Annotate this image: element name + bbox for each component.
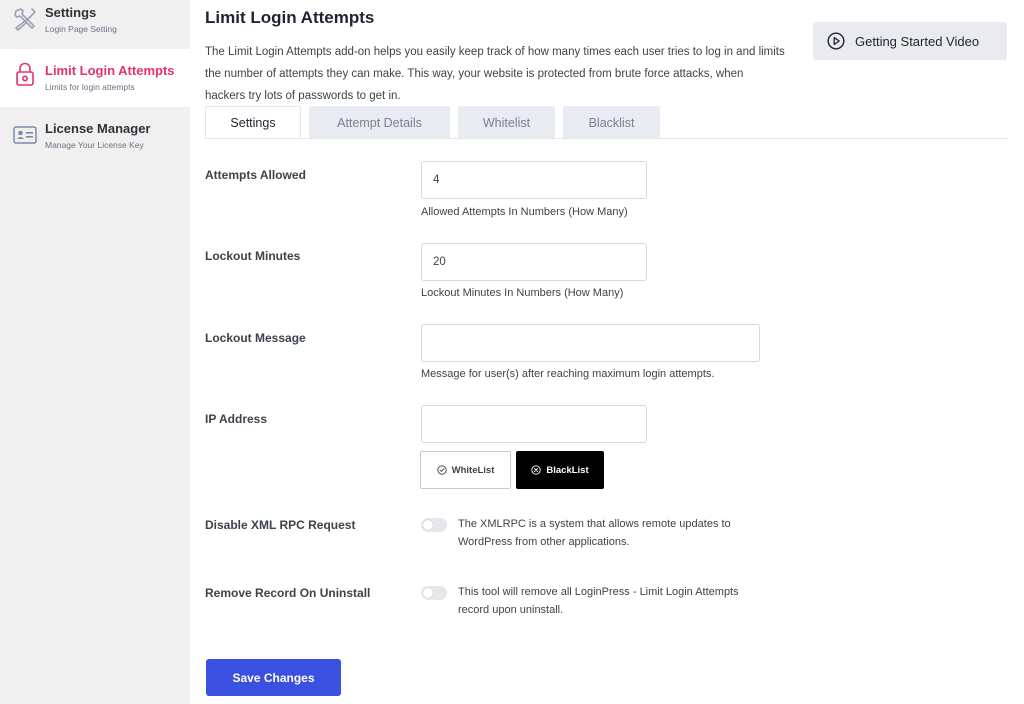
sidebar-item-subtitle: Limits for login attempts <box>45 82 135 92</box>
toggle-knob <box>423 588 433 598</box>
remove-record-label: Remove Record On Uninstall <box>205 586 371 600</box>
x-circle-icon <box>531 465 542 475</box>
attempts-allowed-help: Allowed Attempts In Numbers (How Many) <box>421 206 628 218</box>
lockout-minutes-input[interactable]: 20 <box>421 243 647 281</box>
disable-xmlrpc-description: The XMLRPC is a system that allows remot… <box>458 518 731 548</box>
tools-icon <box>14 8 36 31</box>
sidebar-item-title: License Manager <box>45 121 151 136</box>
attempts-allowed-input[interactable]: 4 <box>421 161 647 199</box>
page-description: The Limit Login Attempts add-on helps yo… <box>205 46 785 102</box>
getting-started-video-button[interactable]: Getting Started Video <box>813 22 1007 60</box>
save-changes-button[interactable]: Save Changes <box>206 659 341 696</box>
page-title: Limit Login Attempts <box>205 8 375 27</box>
tab-whitelist[interactable]: Whitelist <box>458 106 555 139</box>
sidebar-item-license-manager[interactable]: License Manager Manage Your License Key <box>0 116 190 174</box>
tab-attempt-details[interactable]: Attempt Details <box>309 106 450 139</box>
tab-blacklist[interactable]: Blacklist <box>563 106 660 139</box>
disable-xmlrpc-label: Disable XML RPC Request <box>205 518 356 532</box>
remove-record-toggle[interactable] <box>421 586 447 600</box>
id-card-icon <box>13 126 37 144</box>
main-panel: Limit Login Attempts The Limit Login Att… <box>190 0 1024 704</box>
whitelist-button[interactable]: WhiteList <box>420 451 511 489</box>
attempts-allowed-label: Attempts Allowed <box>205 168 306 182</box>
whitelist-button-label: WhiteList <box>451 464 495 476</box>
sidebar-item-title: Settings <box>45 5 97 20</box>
sidebar-item-subtitle: Manage Your License Key <box>45 140 144 150</box>
ip-address-input[interactable] <box>421 405 647 443</box>
tabs-divider <box>205 138 1008 139</box>
lockout-message-help: Message for user(s) after reaching maxim… <box>421 368 715 380</box>
sidebar: Settings Login Page Setting Limit Login … <box>0 0 190 704</box>
lockout-minutes-help: Lockout Minutes In Numbers (How Many) <box>421 287 624 299</box>
check-circle-icon <box>436 465 447 475</box>
tab-settings[interactable]: Settings <box>205 106 301 139</box>
toggle-knob <box>423 520 433 530</box>
lock-icon <box>16 62 34 86</box>
sidebar-item-title: Limit Login Attempts <box>45 63 175 78</box>
remove-record-description: This tool will remove all LoginPress - L… <box>458 586 739 616</box>
lockout-minutes-label: Lockout Minutes <box>205 249 301 263</box>
disable-xmlrpc-toggle[interactable] <box>421 518 447 532</box>
sidebar-item-subtitle: Login Page Setting <box>45 24 117 34</box>
tab-bar: Settings Attempt Details Whitelist Black… <box>205 106 668 139</box>
play-circle-icon <box>827 32 845 50</box>
blacklist-button-label: BlackList <box>546 464 589 476</box>
blacklist-button[interactable]: BlackList <box>516 451 604 489</box>
ip-address-label: IP Address <box>205 412 268 426</box>
sidebar-item-limit-login-attempts[interactable]: Limit Login Attempts Limits for login at… <box>0 49 190 107</box>
lockout-message-input[interactable] <box>421 324 760 362</box>
video-button-label: Getting Started Video <box>855 33 980 49</box>
lockout-message-label: Lockout Message <box>205 331 306 345</box>
